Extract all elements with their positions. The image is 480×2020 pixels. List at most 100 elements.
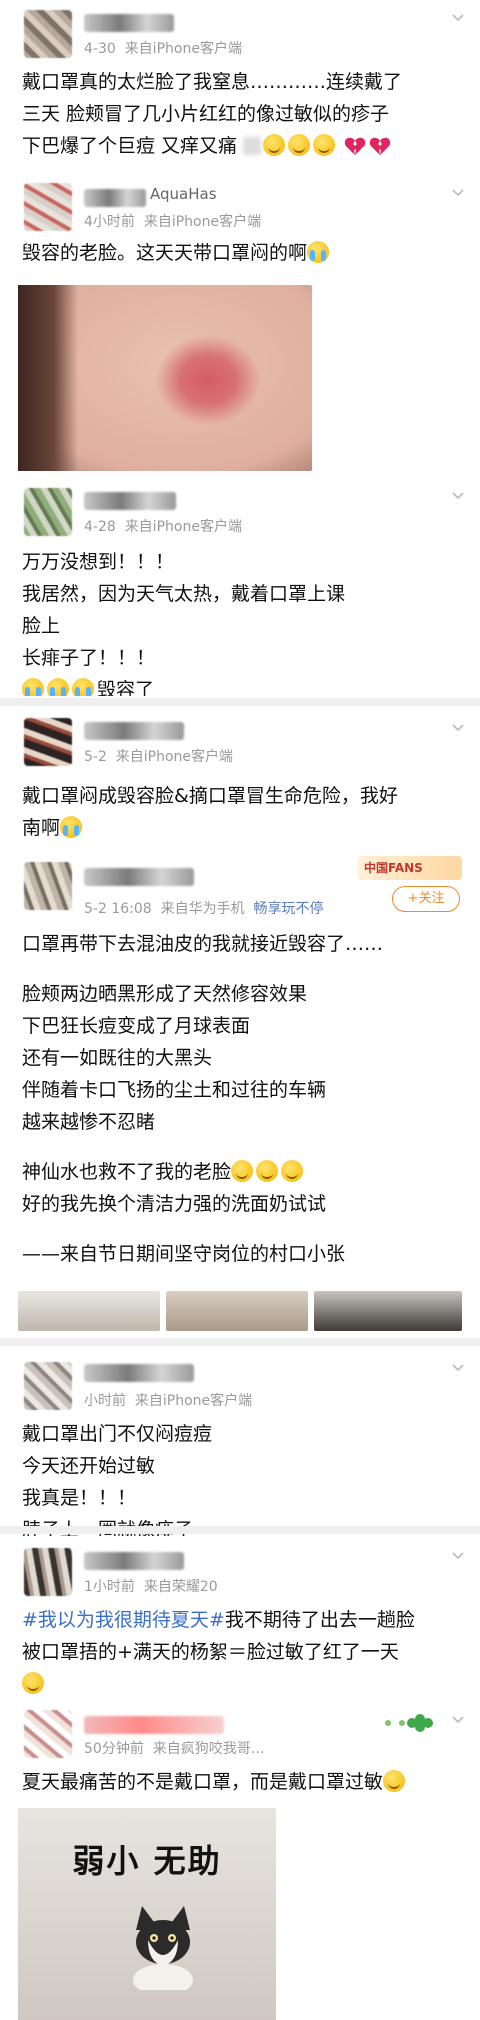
chevron-down-icon[interactable] bbox=[452, 1364, 464, 1372]
post-line bbox=[22, 1138, 466, 1156]
chevron-down-icon[interactable] bbox=[452, 189, 464, 197]
avatar[interactable] bbox=[24, 862, 72, 910]
post-source: 来自iPhone客户端 bbox=[143, 214, 262, 230]
post-line-with-emoji: 毁容的老脸。这天天带口罩闷的啊 bbox=[22, 237, 466, 269]
username-blurred[interactable] bbox=[84, 1716, 224, 1734]
cat-icon bbox=[133, 1906, 193, 1990]
post-time: 4-30 bbox=[84, 41, 116, 57]
post-1: 4-30 来自iPhone客户端 戴口罩真的太烂脸了我窒息…………连续戴了 三天… bbox=[0, 0, 480, 168]
smile-emoji-icon bbox=[281, 1160, 304, 1182]
post-meta: 4-30 来自iPhone客户端 bbox=[84, 38, 242, 58]
avatar[interactable] bbox=[24, 183, 72, 231]
post-line: 好的我先换个清洁力强的洗面奶试试 bbox=[22, 1193, 327, 1215]
chevron-down-icon[interactable] bbox=[452, 1716, 464, 1724]
fan-badge[interactable]: 中国FANS bbox=[358, 856, 462, 880]
post-photo-face[interactable] bbox=[18, 285, 312, 471]
smirk-emoji-icon bbox=[383, 1770, 406, 1792]
crying-emoji-icon bbox=[307, 241, 330, 263]
post-line: 今天还开始过敏 bbox=[22, 1455, 156, 1477]
post-text: 戴口罩闷成毁容脸&摘口罩冒生命危险，我好 南啊 bbox=[22, 780, 466, 844]
post-line bbox=[22, 1220, 466, 1238]
chevron-down-icon[interactable] bbox=[452, 492, 464, 500]
post-time: 5-2 bbox=[84, 749, 107, 765]
post-line-with-emoji: 神仙水也救不了我的老脸 bbox=[22, 1156, 466, 1188]
post-line-with-emoji: 夏天最痛苦的不是戴口罩，而是戴口罩过敏 bbox=[22, 1766, 466, 1798]
username-blurred[interactable] bbox=[84, 722, 184, 740]
post-image-thumb[interactable] bbox=[314, 1291, 462, 1331]
smile-emoji-icon bbox=[231, 1160, 254, 1182]
post-line: 还有一如既往的大黑头 bbox=[22, 1047, 213, 1069]
post-source: 来自iPhone客户端 bbox=[134, 1393, 253, 1409]
avatar[interactable] bbox=[24, 1548, 72, 1596]
post-source: 来自iPhone客户端 bbox=[124, 519, 242, 535]
clover-decoration-icon bbox=[385, 1714, 433, 1732]
post-text: 万万没想到！！！ 我居然，因为天气太热，戴着口罩上课 脸上 长痱子了！！！ 毁容… bbox=[22, 546, 466, 696]
post-image-thumb[interactable] bbox=[166, 1291, 308, 1331]
avatar[interactable] bbox=[24, 488, 72, 536]
post-meta: 5-2 来自iPhone客户端 bbox=[84, 746, 233, 766]
avatar[interactable] bbox=[24, 718, 72, 766]
source-link[interactable]: 畅享玩不停 bbox=[253, 901, 323, 917]
post-line-with-emoji: 南啊 bbox=[22, 812, 466, 844]
post-time: 小时前 bbox=[84, 1393, 126, 1409]
post-line: 戴口罩真的太烂脸了我窒息…………连续戴了 bbox=[22, 71, 403, 93]
post-text: 口罩再带下去混油皮的我就接近毁容了…… 脸颊两边晒黑形成了天然修容效果 下巴狂长… bbox=[22, 928, 466, 1270]
username-blurred[interactable] bbox=[84, 1364, 194, 1382]
crying-emoji-icon bbox=[60, 816, 83, 838]
meme-caption: 弱小 无助 bbox=[72, 1842, 222, 1880]
hashtag-link[interactable]: #我以为我很期待夏天# bbox=[22, 1609, 225, 1631]
post-meta: 小时前 来自iPhone客户端 bbox=[84, 1390, 252, 1410]
post-line: 伴随着卡口飞扬的尘土和过往的车辆 bbox=[22, 1079, 327, 1101]
post-text: 戴口罩出门不仅闷痘痘 今天还开始过敏 我真是！！！ 脖子上一圈就像痱子 bbox=[22, 1418, 466, 1536]
post-time: 5-2 16:08 bbox=[84, 901, 152, 917]
avatar[interactable] bbox=[24, 10, 72, 58]
post-2: AquaHas 4小时前 来自iPhone客户端 毁容的老脸。这天天带口罩闷的啊 bbox=[0, 175, 480, 473]
chevron-down-icon[interactable] bbox=[452, 1552, 464, 1560]
post-4: 5-2 来自iPhone客户端 戴口罩闷成毁容脸&摘口罩冒生命危险，我好 南啊 bbox=[0, 710, 480, 856]
post-meta: 4-28 来自iPhone客户端 bbox=[84, 516, 242, 536]
post-text: 夏天最痛苦的不是戴口罩，而是戴口罩过敏 bbox=[22, 1766, 466, 1798]
post-line: 戴口罩闷成毁容脸&摘口罩冒生命危险，我好 bbox=[22, 785, 398, 807]
post-time: 4-28 bbox=[84, 519, 116, 535]
post-source: 来自iPhone客户端 bbox=[124, 41, 242, 57]
broken-heart-icon bbox=[344, 137, 366, 156]
crying-emoji-icon bbox=[72, 678, 94, 696]
post-line-with-emoji: 毁容了 bbox=[22, 674, 466, 696]
username-blurred[interactable] bbox=[84, 189, 146, 207]
post-time: 50分钟前 bbox=[84, 1741, 144, 1757]
post-time: 1小时前 bbox=[84, 1579, 135, 1595]
post-text: #我以为我很期待夏天#我不期待了出去一趟脸 被口罩捂的+满天的杨絮＝脸过敏了红了… bbox=[22, 1604, 466, 1698]
post-line: 三天 脸颊冒了几小片红红的像过敏似的疹子 bbox=[22, 103, 390, 125]
username-blurred[interactable] bbox=[84, 492, 176, 510]
post-meme-image[interactable]: 弱小 无助 bbox=[18, 1808, 276, 2020]
post-meta: 50分钟前 来自疯狗咬我哥… bbox=[84, 1738, 265, 1758]
post-8: 50分钟前 来自疯狗咬我哥… 夏天最痛苦的不是戴口罩，而是戴口罩过敏 弱小 无助 bbox=[0, 1702, 480, 2020]
follow-button[interactable]: +关注 bbox=[392, 886, 460, 912]
post-line: 长痱子了！！！ bbox=[22, 647, 156, 669]
post-image-thumb[interactable] bbox=[18, 1291, 160, 1331]
smile-emoji-icon bbox=[22, 1672, 44, 1694]
laughing-tears-emoji-icon bbox=[313, 134, 336, 156]
post-meta: 4小时前 来自iPhone客户端 bbox=[84, 211, 261, 231]
username-partial[interactable]: AquaHas bbox=[150, 185, 217, 203]
post-line: 戴口罩出门不仅闷痘痘 bbox=[22, 1423, 213, 1445]
post-meta: 5-2 16:08 来自华为手机 畅享玩不停 bbox=[84, 898, 323, 918]
post-line: 万万没想到！！！ bbox=[22, 551, 175, 573]
chevron-down-icon[interactable] bbox=[452, 14, 464, 22]
chevron-down-icon[interactable] bbox=[452, 724, 464, 732]
username-blurred[interactable] bbox=[84, 868, 194, 886]
post-separator bbox=[0, 1338, 480, 1346]
avatar[interactable] bbox=[24, 1362, 72, 1410]
post-source: 来自疯狗咬我哥… bbox=[152, 1741, 265, 1757]
post-source: 来自华为手机 bbox=[160, 901, 245, 917]
post-line: 被口罩捂的+满天的杨絮＝脸过敏了红了一天 bbox=[22, 1641, 399, 1663]
post-separator bbox=[0, 698, 480, 706]
post-line: 我真是！！！ bbox=[22, 1487, 137, 1509]
post-line: 脸上 bbox=[22, 615, 61, 637]
username-blurred[interactable] bbox=[84, 1552, 184, 1570]
crying-emoji-icon bbox=[47, 678, 69, 696]
post-source: 来自iPhone客户端 bbox=[115, 749, 234, 765]
username-blurred[interactable] bbox=[84, 14, 174, 32]
avatar[interactable] bbox=[24, 1710, 72, 1758]
post-line: 我居然，因为天气太热，戴着口罩上课 bbox=[22, 583, 346, 605]
